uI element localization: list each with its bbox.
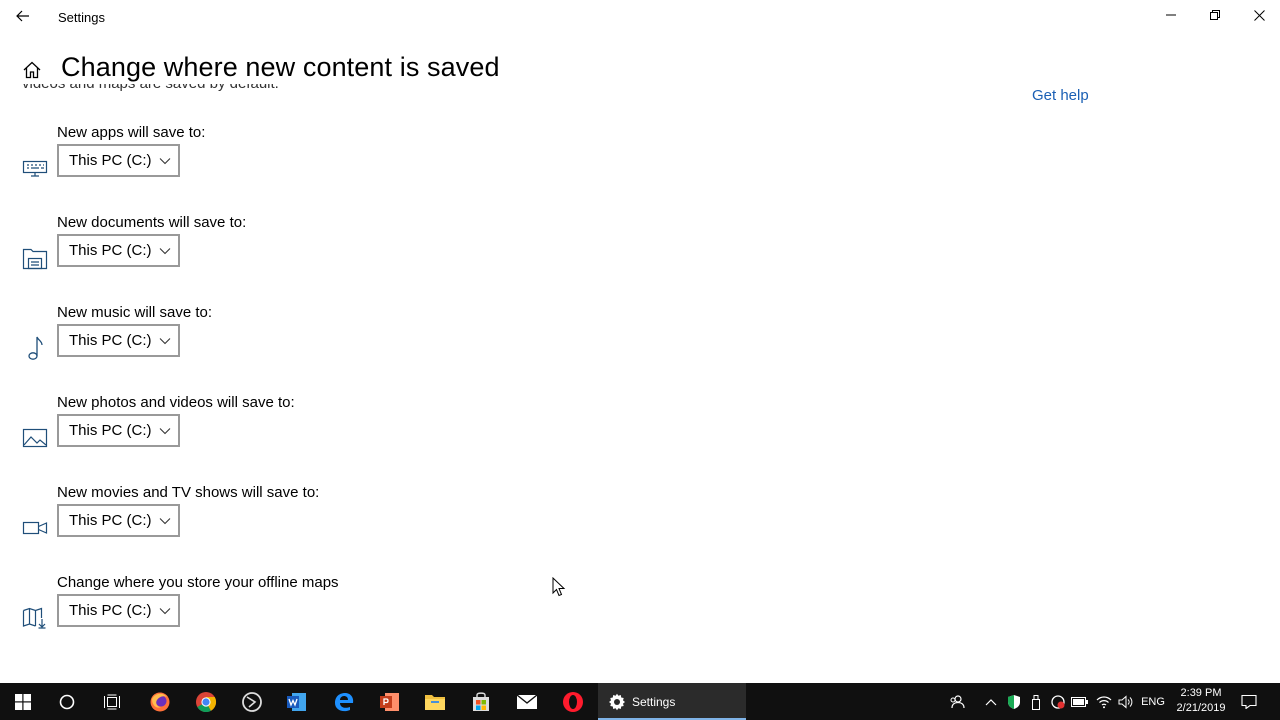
powerpoint-taskbar-button[interactable]	[367, 683, 413, 720]
setting-row-music: New music will save to: This PC (C:)	[0, 304, 700, 394]
file-explorer-taskbar-button[interactable]	[412, 683, 458, 720]
word-icon	[287, 692, 306, 711]
setting-label: New apps will save to:	[57, 124, 206, 141]
setting-row-photos: New photos and videos will save to: This…	[0, 394, 700, 484]
maps-icon	[21, 604, 49, 632]
back-arrow-icon	[16, 10, 29, 22]
music-location-dropdown[interactable]: This PC (C:)	[57, 324, 180, 357]
edge-icon	[335, 692, 354, 711]
description-partial: videos and maps are saved by default.	[22, 84, 622, 97]
setting-row-movies: New movies and TV shows will save to: Th…	[0, 484, 700, 574]
word-taskbar-button[interactable]	[274, 683, 320, 720]
setting-label: New documents will save to:	[57, 214, 247, 231]
shield-icon	[1008, 694, 1020, 709]
clock-date: 2/21/2019	[1176, 702, 1226, 714]
battery-tray-button[interactable]	[1069, 683, 1091, 720]
store-taskbar-button[interactable]	[458, 683, 504, 720]
people-button[interactable]	[944, 683, 970, 720]
movies-location-dropdown[interactable]: This PC (C:)	[57, 504, 180, 537]
documents-location-dropdown[interactable]: This PC (C:)	[57, 234, 180, 267]
setting-label: New photos and videos will save to:	[57, 394, 295, 411]
title-bar: Settings	[0, 0, 1280, 34]
task-view-button[interactable]	[89, 683, 135, 720]
chevron-down-icon	[159, 608, 171, 615]
app-circle-icon	[242, 691, 262, 712]
app-title: Settings	[58, 10, 105, 25]
setting-label: New music will save to:	[57, 304, 213, 321]
documents-icon	[21, 244, 49, 272]
apps-location-dropdown[interactable]: This PC (C:)	[57, 144, 180, 177]
clock-time: 2:39 PM	[1180, 687, 1222, 699]
chrome-icon	[196, 691, 217, 712]
setting-row-maps: Change where you store your offline maps…	[0, 574, 700, 664]
start-button[interactable]	[0, 683, 46, 720]
get-help-link[interactable]: Get help	[1032, 87, 1089, 104]
mail-icon	[516, 693, 538, 709]
photos-location-dropdown[interactable]: This PC (C:)	[57, 414, 180, 447]
wifi-icon	[1096, 695, 1112, 708]
chevron-down-icon	[159, 428, 171, 435]
store-icon	[473, 691, 489, 711]
photos-icon	[21, 424, 49, 452]
sync-icon	[1051, 694, 1065, 709]
gear-icon	[609, 693, 625, 710]
setting-row-apps: New apps will save to: This PC (C:)	[0, 124, 700, 214]
apps-icon	[21, 154, 49, 182]
people-icon	[950, 694, 965, 708]
language-indicator[interactable]: ENG	[1139, 683, 1167, 720]
music-icon	[21, 334, 49, 362]
home-icon	[23, 61, 41, 79]
settings-taskbar-label: Settings	[632, 694, 676, 709]
restore-button[interactable]	[1193, 0, 1237, 30]
mouse-cursor-icon	[552, 577, 566, 597]
usb-drive-icon	[1032, 694, 1040, 710]
windows-logo-icon	[15, 693, 31, 710]
setting-label: New movies and TV shows will save to:	[57, 484, 320, 501]
chevron-down-icon	[159, 338, 171, 345]
chevron-down-icon	[159, 518, 171, 525]
sync-tray-button[interactable]	[1047, 683, 1069, 720]
volume-icon	[1118, 694, 1133, 709]
security-tray-button[interactable]	[1003, 683, 1025, 720]
minimize-icon	[1166, 14, 1176, 16]
cortana-icon	[59, 694, 75, 709]
wifi-tray-button[interactable]	[1093, 683, 1115, 720]
edge-taskbar-button[interactable]	[321, 683, 367, 720]
battery-icon	[1071, 696, 1088, 707]
maps-location-dropdown[interactable]: This PC (C:)	[57, 594, 180, 627]
chevron-down-icon	[159, 248, 171, 255]
close-button[interactable]	[1237, 0, 1280, 30]
powerpoint-icon	[380, 692, 399, 711]
notifications-icon	[1241, 694, 1257, 709]
minimize-button[interactable]	[1149, 0, 1193, 30]
show-hidden-icons-button[interactable]	[980, 683, 1002, 720]
firefox-taskbar-button[interactable]	[137, 683, 183, 720]
settings-taskbar-button[interactable]: Settings	[598, 683, 746, 720]
page-title: Change where new content is saved	[61, 52, 500, 82]
cortana-button[interactable]	[44, 683, 90, 720]
chevron-down-icon	[159, 158, 171, 165]
usb-tray-button[interactable]	[1025, 683, 1047, 720]
restore-icon	[1210, 10, 1220, 20]
app-circle-taskbar-button[interactable]	[229, 683, 275, 720]
volume-tray-button[interactable]	[1115, 683, 1137, 720]
clock[interactable]: 2:39 PM 2/21/2019	[1170, 686, 1232, 716]
chevron-up-icon	[985, 698, 997, 705]
close-icon	[1253, 9, 1265, 21]
opera-taskbar-button[interactable]	[550, 683, 596, 720]
action-center-button[interactable]	[1236, 683, 1262, 720]
mail-taskbar-button[interactable]	[504, 683, 550, 720]
setting-row-documents: New documents will save to: This PC (C:)	[0, 214, 700, 304]
taskbar: Settings ENG 2:39 PM 2/21/2019	[0, 683, 1280, 720]
video-icon	[21, 514, 49, 542]
setting-label: Change where you store your offline maps	[57, 574, 339, 591]
home-button[interactable]	[20, 58, 44, 82]
opera-icon	[563, 691, 583, 712]
back-button[interactable]	[8, 2, 38, 30]
file-explorer-icon	[425, 694, 445, 710]
task-view-icon	[104, 694, 120, 709]
chrome-taskbar-button[interactable]	[183, 683, 229, 720]
firefox-icon	[150, 692, 170, 711]
